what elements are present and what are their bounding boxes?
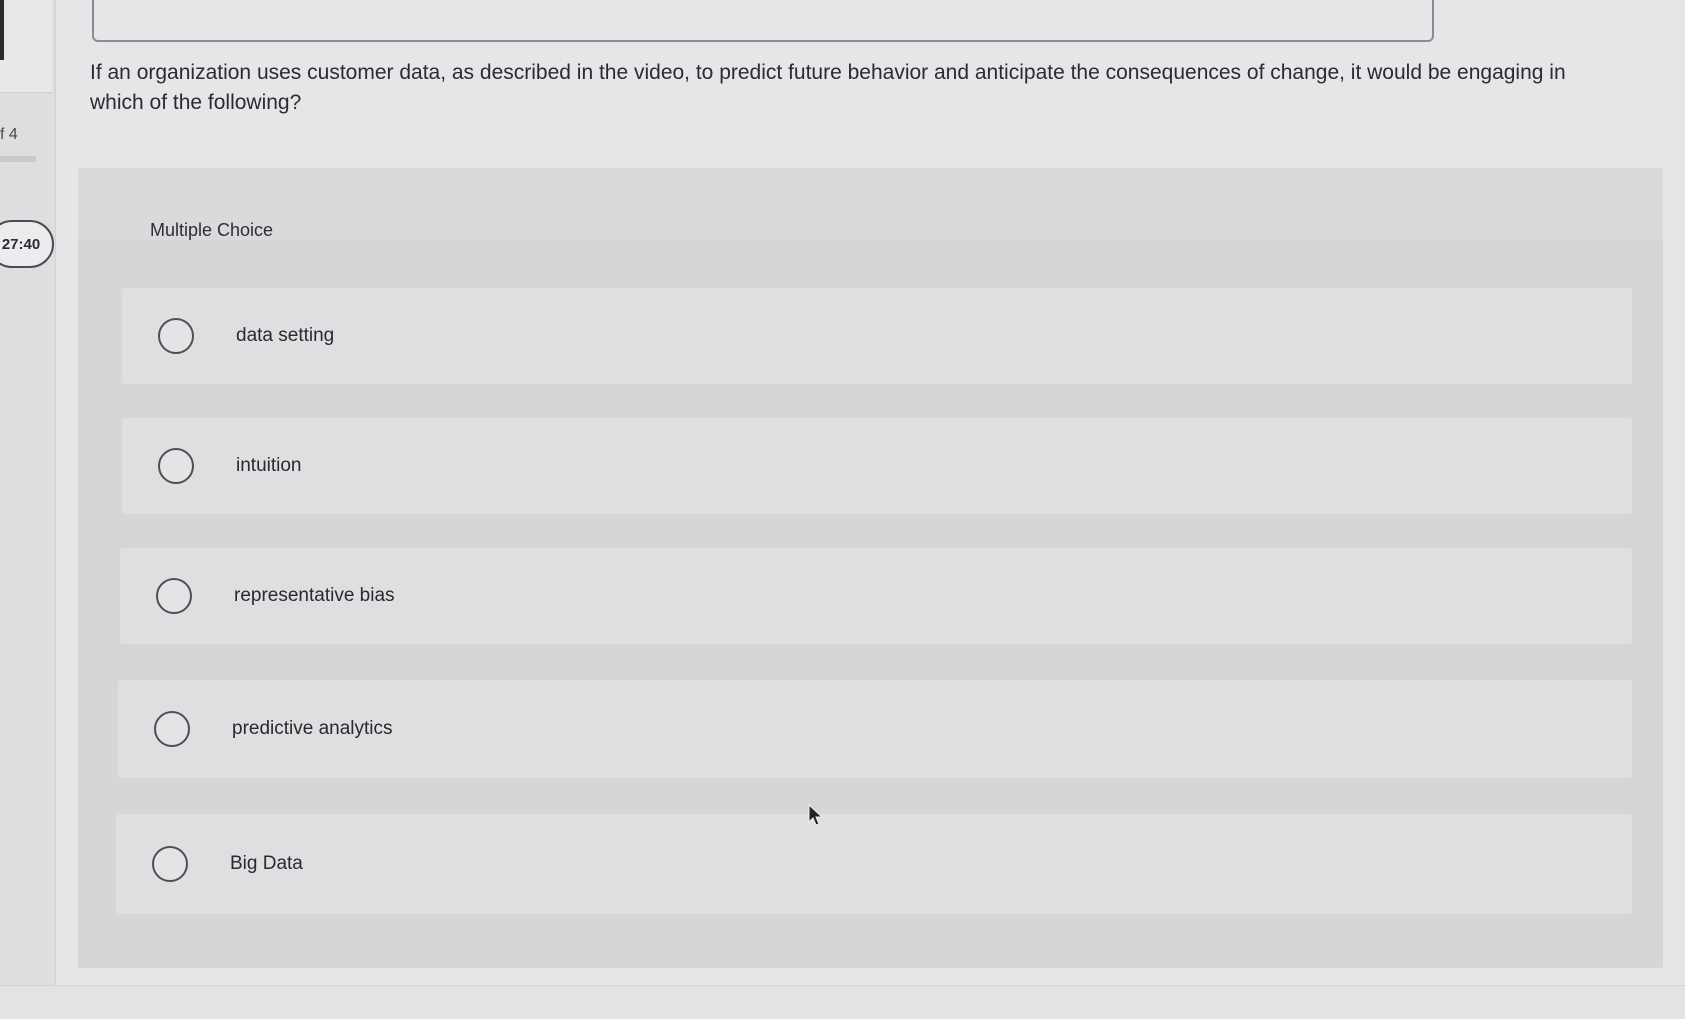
radio-button-icon[interactable] xyxy=(158,318,194,354)
option-label: Big Data xyxy=(230,853,303,874)
option-intuition[interactable]: intuition xyxy=(122,418,1632,514)
option-label: representative bias xyxy=(234,585,395,606)
option-label: intuition xyxy=(236,455,302,476)
radio-button-icon[interactable] xyxy=(154,711,190,747)
question-progress: f 4 xyxy=(0,126,18,143)
radio-button-icon[interactable] xyxy=(156,578,192,614)
bottom-strip xyxy=(0,985,1685,1019)
rail-top-block xyxy=(0,0,52,93)
left-rail: f 4 27:40 xyxy=(0,0,56,1018)
option-data-setting[interactable]: data setting xyxy=(122,288,1632,384)
timer-badge: 27:40 xyxy=(0,220,54,268)
question-card: Multiple Choice data setting intuition r… xyxy=(78,168,1663,968)
radio-button-icon[interactable] xyxy=(158,448,194,484)
question-type-label: Multiple Choice xyxy=(150,220,274,240)
rail-edge xyxy=(0,0,4,60)
card-header xyxy=(78,168,1663,240)
option-predictive-analytics[interactable]: predictive analytics xyxy=(118,680,1632,778)
arrow-cursor-icon xyxy=(808,804,824,826)
progress-bar xyxy=(0,156,36,162)
radio-button-icon[interactable] xyxy=(152,846,188,882)
option-representative-bias[interactable]: representative bias xyxy=(120,548,1632,644)
option-label: predictive analytics xyxy=(232,718,393,739)
question-text: If an organization uses customer data, a… xyxy=(90,61,1566,114)
option-label: data setting xyxy=(236,325,335,346)
top-frame xyxy=(92,0,1434,42)
option-big-data[interactable]: Big Data xyxy=(116,814,1632,914)
